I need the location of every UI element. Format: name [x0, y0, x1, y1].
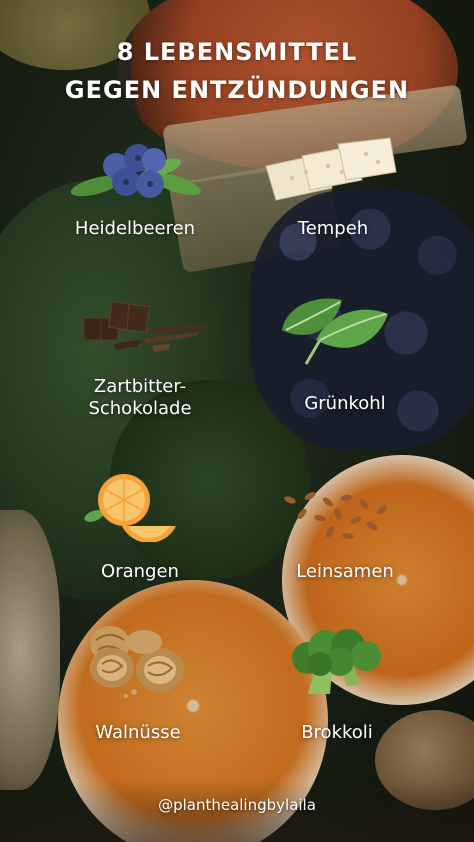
- dark-chocolate-icon: [83, 300, 210, 352]
- background-shade: [0, 0, 474, 842]
- flaxseed-icon: [284, 492, 387, 540]
- broccoli-icon: [292, 629, 381, 694]
- label-orangen: Orangen: [101, 561, 179, 582]
- orange-slices-icon: [84, 474, 176, 542]
- label-walnuesse: Walnüsse: [95, 722, 181, 743]
- kale-icon: [282, 298, 388, 365]
- label-zartbitter-line-1: Zartbitter-: [93, 376, 187, 397]
- label-leinsamen: Leinsamen: [296, 561, 394, 582]
- label-gruenkohl: Grünkohl: [304, 393, 386, 414]
- poster-title: 8 LEBENSMITTEL GEGEN ENTZÜNDUNGEN: [0, 33, 474, 109]
- infographic-poster: 8 LEBENSMITTEL GEGEN ENTZÜNDUNGEN Heidel…: [0, 0, 474, 842]
- blueberries-icon: [70, 144, 201, 198]
- title-line-1: 8 LEBENSMITTEL: [116, 38, 358, 66]
- author-handle: @planthealingbylaila: [158, 796, 316, 814]
- title-line-2: GEGEN ENTZÜNDUNGEN: [64, 76, 410, 104]
- label-zartbitter-line-2: Schokolade: [88, 398, 192, 419]
- label-zartbitter-schokolade: Zartbitter- Schokolade: [55, 376, 225, 420]
- walnuts-icon: [90, 626, 184, 698]
- label-brokkoli: Brokkoli: [301, 722, 373, 743]
- label-heidelbeeren: Heidelbeeren: [74, 218, 196, 239]
- tempeh-icon: [265, 137, 397, 201]
- label-tempeh: Tempeh: [297, 218, 369, 239]
